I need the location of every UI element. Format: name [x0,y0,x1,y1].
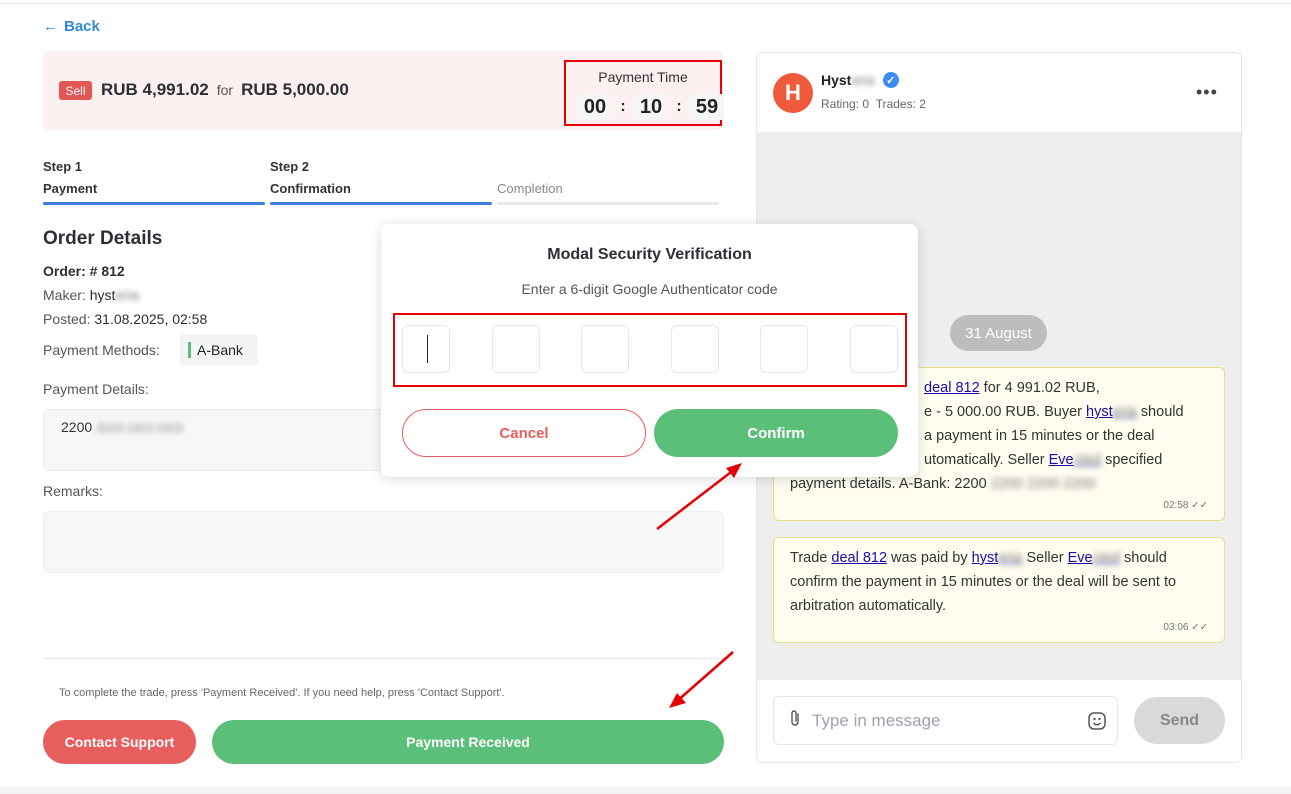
bottom-divider [0,787,1291,794]
annotation-arrows [656,463,742,708]
arrow-to-confirm-icon [656,463,742,530]
arrow-to-payment-received-icon [669,651,734,708]
